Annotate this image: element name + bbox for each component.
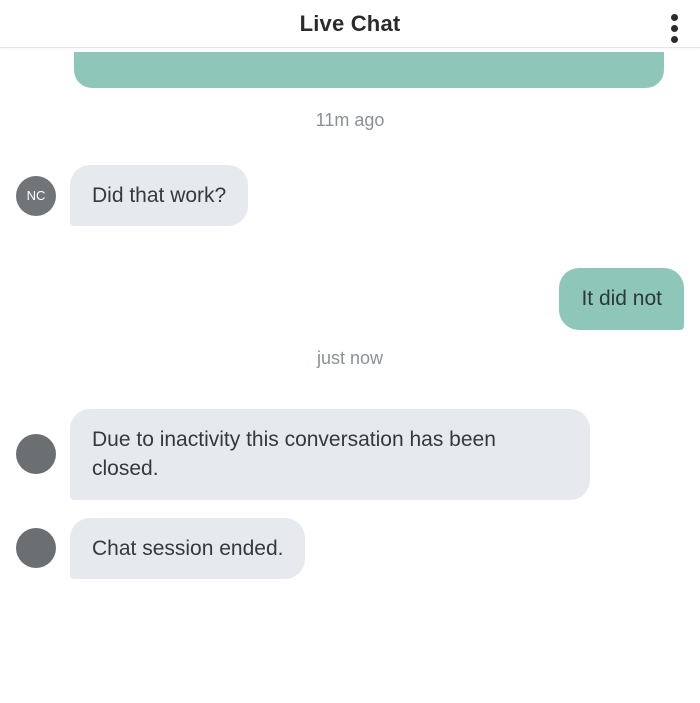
user-message-bubble: It did not [559,268,684,329]
timestamp-label: 11m ago [16,110,684,131]
message-row: It did not [16,268,684,329]
more-menu-icon[interactable] [667,10,682,47]
agent-message-bubble: Did that work? [70,165,248,226]
timestamp-label: just now [16,348,684,369]
message-row: Chat session ended. [16,518,684,579]
system-message-bubble: Chat session ended. [70,518,305,579]
chat-body: 11m ago NC Did that work? It did not jus… [0,52,700,623]
system-avatar [16,434,56,474]
page-title: Live Chat [300,11,401,37]
system-avatar [16,528,56,568]
agent-avatar: NC [16,176,56,216]
message-row: Due to inactivity this conversation has … [16,409,684,500]
system-message-bubble: Due to inactivity this conversation has … [70,409,590,500]
chat-header: Live Chat [0,0,700,48]
message-row: NC Did that work? [16,165,684,226]
previous-outgoing-message-cutoff [74,52,664,88]
